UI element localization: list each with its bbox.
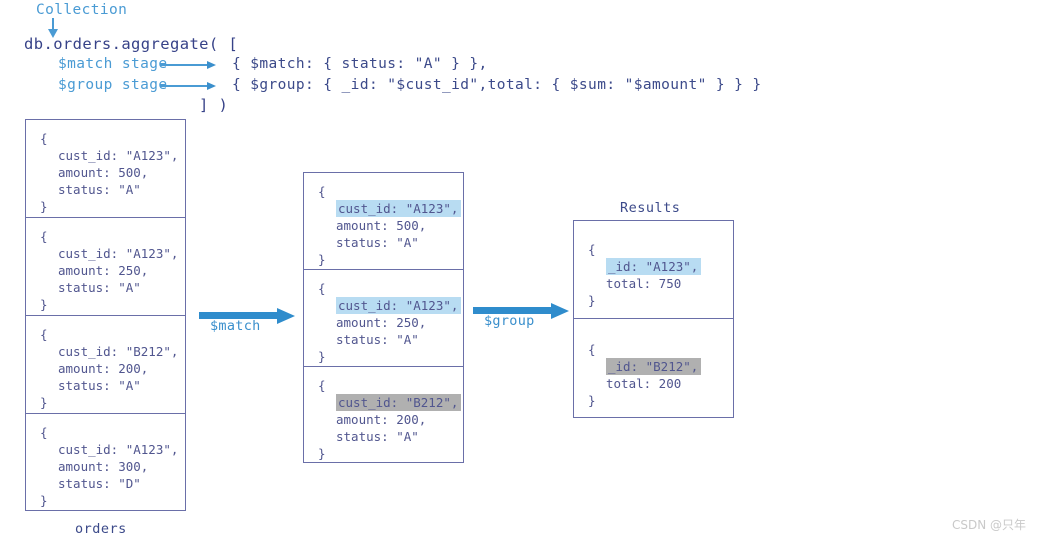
results-caption: Results — [620, 200, 681, 216]
orders-collection-box: { cust_id: "A123", amount: 500, status: … — [25, 119, 186, 511]
doc-field-amount: amount: 200, — [336, 412, 427, 427]
doc-field-cust-id: cust_id: "A123", — [58, 246, 179, 261]
matched-document-2: { cust_id: "A123", amount: 250, status: … — [304, 270, 463, 367]
group-arrow-label: $group — [484, 313, 535, 329]
doc-open-brace: { — [40, 327, 48, 342]
doc-close-brace: } — [40, 395, 48, 410]
doc-close-brace: } — [588, 293, 596, 308]
collection-annotation-label: Collection — [36, 2, 128, 18]
group-stage-annotation-label: $group stage — [58, 77, 168, 93]
doc-field-id-highlighted: _id: "B212", — [588, 358, 733, 375]
doc-close-brace: } — [40, 493, 48, 508]
doc-field-amount: amount: 250, — [336, 315, 427, 330]
doc-field-cust-id: cust_id: "A123", — [58, 442, 179, 457]
highlight-span: _id: "B212", — [606, 358, 702, 375]
doc-field-status: status: "A" — [58, 378, 141, 393]
doc-field-amount: amount: 500, — [58, 165, 149, 180]
result-document-1: { _id: "A123", total: 750 } — [574, 221, 733, 319]
aggregate-call-line: db.orders.aggregate( [ — [24, 35, 239, 53]
doc-open-brace: { — [588, 342, 596, 357]
doc-open-brace: { — [588, 242, 596, 257]
match-stage-code-line: { $match: { status: "A" } }, — [232, 56, 488, 72]
group-stage-code-line: { $group: { _id: "$cust_id",total: { $su… — [232, 77, 762, 93]
orders-document-3: { cust_id: "B212", amount: 200, status: … — [26, 316, 185, 414]
doc-open-brace: { — [318, 281, 326, 296]
doc-field-status: status: "A" — [336, 332, 419, 347]
doc-field-status: status: "A" — [58, 182, 141, 197]
doc-field-amount: amount: 300, — [58, 459, 149, 474]
doc-open-brace: { — [40, 425, 48, 440]
doc-open-brace: { — [40, 229, 48, 244]
doc-field-cust-id-highlighted: cust_id: "B212", — [318, 394, 463, 411]
doc-open-brace: { — [318, 378, 326, 393]
match-stage-pointer-arrow-icon — [160, 61, 218, 70]
match-stage-annotation-label: $match stage — [58, 56, 168, 72]
orders-document-2: { cust_id: "A123", amount: 250, status: … — [26, 218, 185, 316]
matched-documents-box: { cust_id: "A123", amount: 500, status: … — [303, 172, 464, 463]
diagram-canvas: Collection db.orders.aggregate( [ $match… — [0, 0, 1037, 541]
doc-field-amount: amount: 250, — [58, 263, 149, 278]
highlight-span: _id: "A123", — [606, 258, 702, 275]
highlight-span: cust_id: "A123", — [336, 200, 462, 217]
group-stage-pointer-arrow-icon — [160, 82, 218, 91]
matched-document-1: { cust_id: "A123", amount: 500, status: … — [304, 173, 463, 270]
results-box: { _id: "A123", total: 750 } { _id: "B212… — [573, 220, 734, 418]
csdn-watermark: CSDN @只年 — [952, 518, 1027, 532]
doc-close-brace: } — [40, 297, 48, 312]
doc-close-brace: } — [318, 252, 326, 267]
result-document-2: { _id: "B212", total: 200 } — [574, 319, 733, 417]
doc-field-status: status: "A" — [58, 280, 141, 295]
doc-field-status: status: "A" — [336, 235, 419, 250]
doc-field-id-highlighted: _id: "A123", — [588, 258, 733, 275]
doc-field-amount: amount: 500, — [336, 218, 427, 233]
doc-field-total: total: 750 — [606, 276, 682, 291]
orders-collection-caption: orders — [75, 521, 127, 537]
orders-document-1: { cust_id: "A123", amount: 500, status: … — [26, 120, 185, 218]
doc-field-cust-id: cust_id: "B212", — [58, 344, 179, 359]
doc-open-brace: { — [318, 184, 326, 199]
doc-open-brace: { — [40, 131, 48, 146]
aggregate-close-line: ] ) — [199, 96, 229, 114]
doc-field-cust-id: cust_id: "A123", — [58, 148, 179, 163]
orders-document-4: { cust_id: "A123", amount: 300, status: … — [26, 414, 185, 512]
doc-close-brace: } — [318, 446, 326, 461]
doc-field-cust-id-highlighted: cust_id: "A123", — [318, 297, 463, 314]
doc-field-total: total: 200 — [606, 376, 682, 391]
doc-field-amount: amount: 200, — [58, 361, 149, 376]
doc-field-cust-id-highlighted: cust_id: "A123", — [318, 200, 463, 217]
matched-document-3: { cust_id: "B212", amount: 200, status: … — [304, 367, 463, 464]
match-arrow-label: $match — [210, 318, 261, 334]
doc-close-brace: } — [588, 393, 596, 408]
doc-field-status: status: "A" — [336, 429, 419, 444]
doc-close-brace: } — [40, 199, 48, 214]
highlight-span: cust_id: "A123", — [336, 297, 462, 314]
doc-field-status: status: "D" — [58, 476, 141, 491]
highlight-span: cust_id: "B212", — [336, 394, 462, 411]
doc-close-brace: } — [318, 349, 326, 364]
